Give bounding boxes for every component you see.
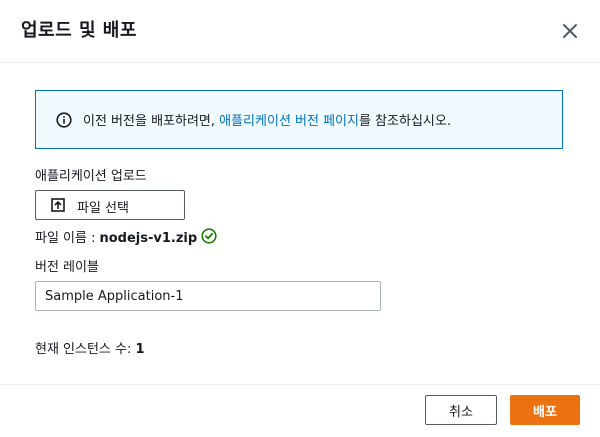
instance-count-label: 현재 인스턴스 수: bbox=[35, 342, 132, 357]
alert-text-before: 이전 버전을 배포하려면, bbox=[83, 114, 220, 129]
application-versions-link[interactable]: 애플리케이션 버전 페이지 bbox=[219, 114, 359, 129]
choose-file-button[interactable]: 파일 선택 bbox=[35, 190, 185, 220]
deploy-button[interactable]: 배포 bbox=[510, 395, 580, 425]
cancel-button[interactable]: 취소 bbox=[425, 395, 497, 425]
alert-text-after: 를 참조하십시오. bbox=[358, 114, 451, 129]
alert-text: 이전 버전을 배포하려면, 애플리케이션 버전 페이지를 참조하십시오. bbox=[83, 110, 451, 129]
version-label: 버전 레이블 bbox=[35, 260, 99, 275]
filename-label: 파일 이름 : bbox=[35, 231, 96, 246]
upload-icon bbox=[51, 198, 65, 212]
close-icon bbox=[563, 24, 577, 38]
upload-deploy-dialog: 업로드 및 배포 이전 버전을 배포하려면, 애플리케이션 버전 페이지를 참조… bbox=[0, 0, 600, 437]
check-circle-icon bbox=[201, 228, 217, 244]
instance-count-value: 1 bbox=[135, 342, 145, 357]
dialog-title: 업로드 및 배포 bbox=[21, 20, 137, 41]
filename-row: 파일 이름 : nodejs-v1.zip bbox=[35, 227, 197, 246]
filename-value: nodejs-v1.zip bbox=[99, 231, 198, 246]
close-button[interactable] bbox=[558, 19, 582, 43]
info-alert: 이전 버전을 배포하려면, 애플리케이션 버전 페이지를 참조하십시오. bbox=[35, 90, 563, 149]
choose-file-label: 파일 선택 bbox=[77, 201, 129, 216]
version-label-input[interactable] bbox=[35, 281, 381, 311]
instance-count: 현재 인스턴스 수: 1 bbox=[35, 338, 145, 357]
upload-label: 애플리케이션 업로드 bbox=[35, 169, 147, 184]
info-icon bbox=[56, 112, 72, 128]
dialog-header: 업로드 및 배포 bbox=[0, 0, 600, 63]
